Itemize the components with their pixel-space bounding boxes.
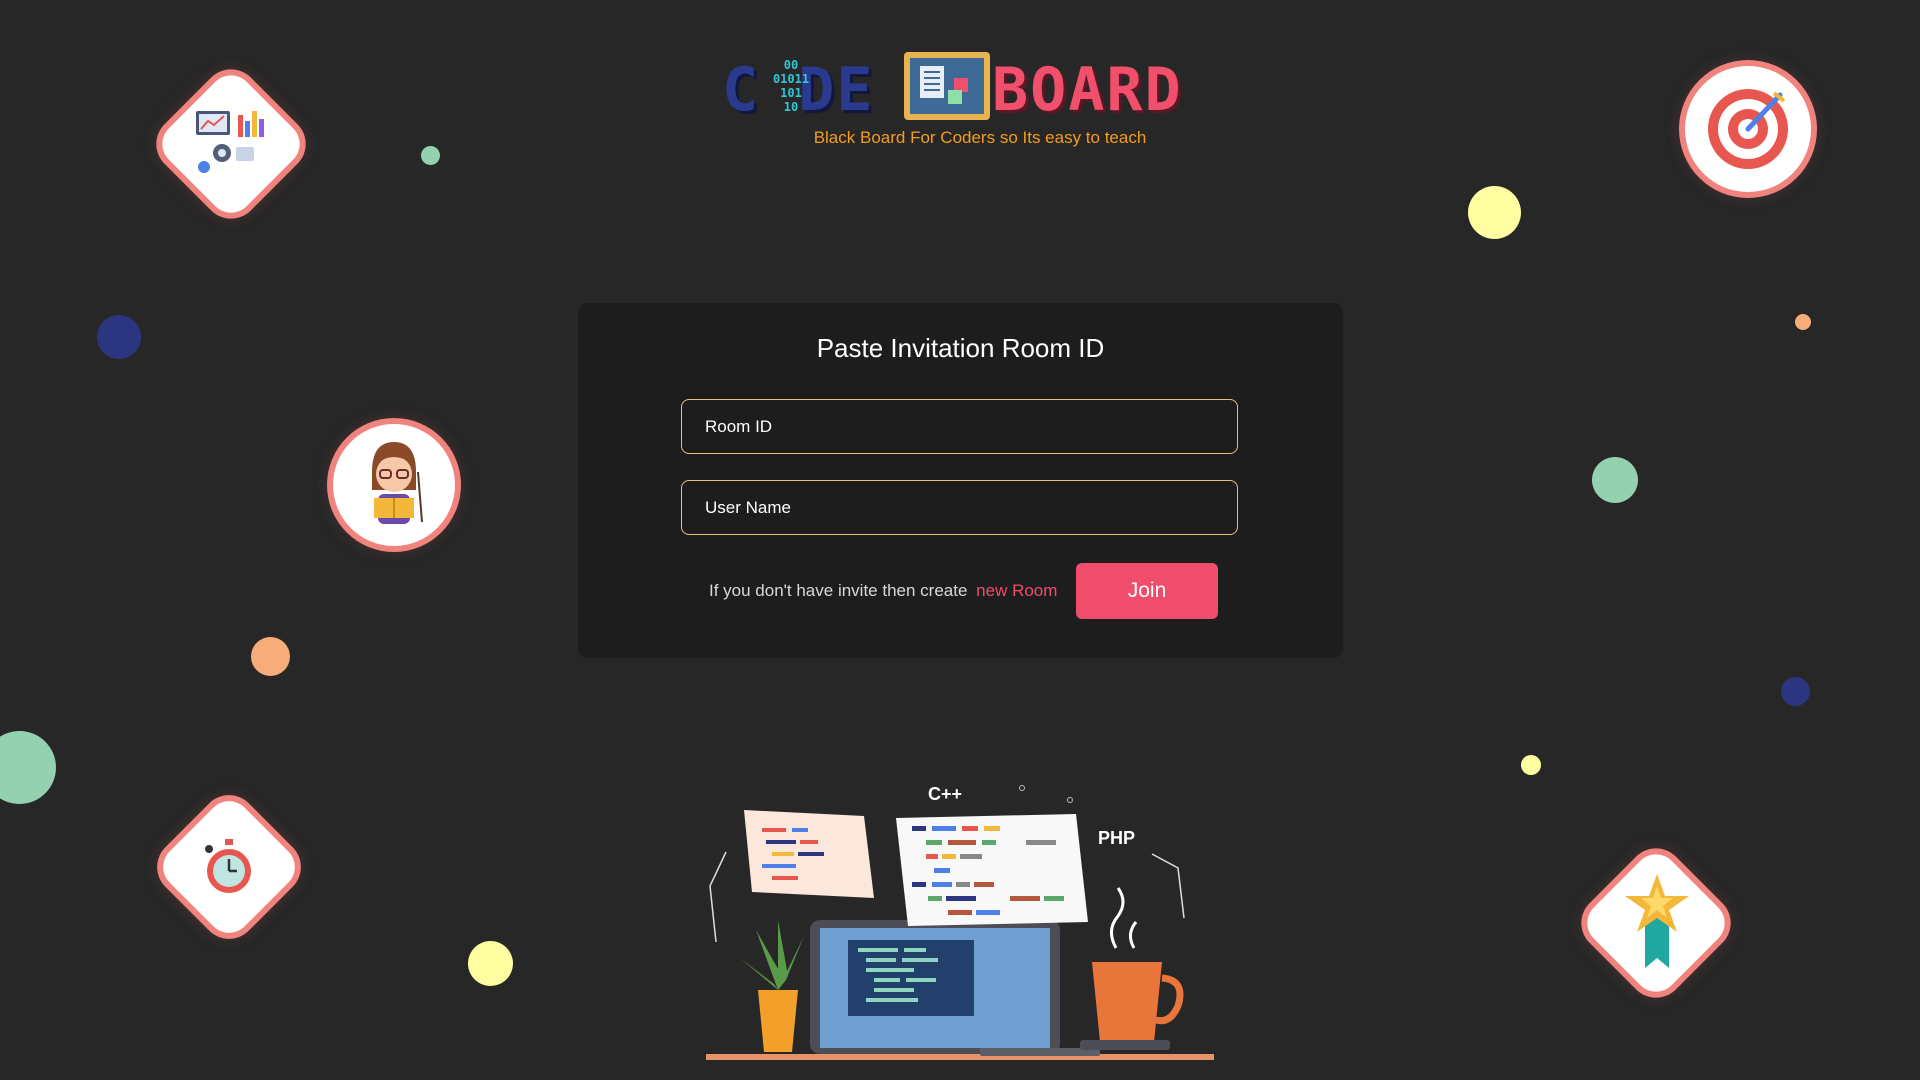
chalkboard-icon — [904, 52, 990, 120]
app-logo: C DE 00 01011 101 10 BOARD Black Board F… — [722, 50, 1238, 162]
user-name-input[interactable] — [681, 480, 1238, 535]
decor-dot — [97, 315, 141, 359]
decor-dot — [1795, 314, 1811, 330]
decor-dot — [421, 146, 440, 165]
decor-dot — [0, 731, 56, 804]
logo-right-text: BOARD — [992, 55, 1183, 125]
analytics-icon — [196, 111, 264, 173]
php-label: PHP — [1098, 828, 1135, 848]
decor-dot — [1468, 186, 1521, 239]
logo-wordmark: C DE 00 01011 101 10 BOARD — [722, 50, 1238, 124]
join-button[interactable]: Join — [1076, 563, 1218, 619]
join-room-card: Paste Invitation Room ID If you don't ha… — [578, 303, 1343, 658]
new-room-link[interactable]: new Room — [976, 581, 1057, 600]
logo-tagline: Black Board For Coders so Its easy to te… — [813, 128, 1147, 147]
decor-dot — [251, 637, 290, 676]
stopwatch-icon — [205, 839, 251, 893]
card-title: Paste Invitation Room ID — [816, 333, 1105, 363]
create-room-hint: If you don't have invite then create new… — [709, 581, 1057, 601]
invite-hint-text: If you don't have invite then create — [709, 581, 968, 600]
star-medal-icon — [1625, 874, 1689, 968]
decor-dot — [1781, 677, 1810, 706]
coding-laptop-illustration: C++ PHP — [706, 784, 1214, 1060]
teacher-icon — [372, 442, 423, 524]
room-id-input[interactable] — [681, 399, 1238, 454]
target-icon — [1708, 89, 1788, 169]
decor-dot — [1521, 755, 1541, 775]
logo-binary-text: 00 01011 101 10 — [772, 58, 810, 114]
cpp-label: C++ — [928, 784, 962, 804]
decor-dot — [468, 941, 513, 986]
decor-dot — [1592, 457, 1638, 503]
